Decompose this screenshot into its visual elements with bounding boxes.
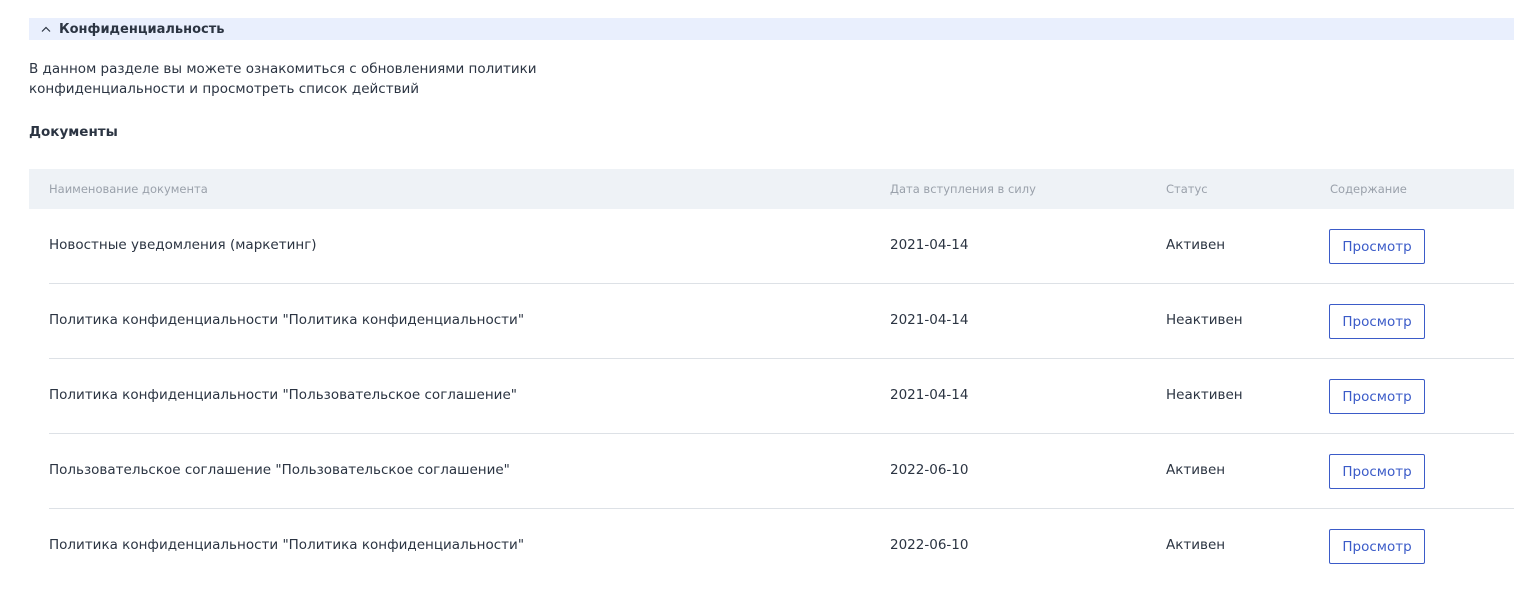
view-button[interactable]: Просмотр xyxy=(1329,454,1425,489)
document-status: Неактивен xyxy=(1166,312,1243,328)
chevron-up-icon[interactable] xyxy=(39,22,53,36)
document-name: Новостные уведомления (маркетинг) xyxy=(49,237,317,253)
view-button[interactable]: Просмотр xyxy=(1329,304,1425,339)
document-date: 2022-06-10 xyxy=(890,462,969,478)
table-row: Политика конфиденциальности "Политика ко… xyxy=(29,284,1514,359)
table-row: Новостные уведомления (маркетинг) 2021-0… xyxy=(29,209,1514,284)
privacy-section-header[interactable]: Конфиденциальность xyxy=(29,18,1514,40)
view-button[interactable]: Просмотр xyxy=(1329,529,1425,564)
table-row: Пользовательское соглашение "Пользовател… xyxy=(29,434,1514,509)
documents-heading: Документы xyxy=(29,124,118,140)
column-header-name: Наименование документа xyxy=(49,182,208,196)
section-description: В данном разделе вы можете ознакомиться … xyxy=(29,61,537,97)
section-title: Конфиденциальность xyxy=(59,21,225,37)
document-date: 2022-06-10 xyxy=(890,537,969,553)
document-name: Пользовательское соглашение "Пользовател… xyxy=(49,462,510,478)
document-status: Неактивен xyxy=(1166,387,1243,403)
table-header: Наименование документа Дата вступления в… xyxy=(29,169,1514,209)
document-name: Политика конфиденциальности "Политика ко… xyxy=(49,312,525,328)
column-header-status: Статус xyxy=(1166,182,1208,196)
view-button[interactable]: Просмотр xyxy=(1329,229,1425,264)
column-header-content: Содержание xyxy=(1330,182,1407,196)
table-row: Политика конфиденциальности "Политика ко… xyxy=(29,509,1514,584)
document-name: Политика конфиденциальности "Политика ко… xyxy=(49,537,525,553)
documents-table: Наименование документа Дата вступления в… xyxy=(29,169,1514,584)
document-status: Активен xyxy=(1166,537,1226,553)
document-status: Активен xyxy=(1166,237,1226,253)
document-date: 2021-04-14 xyxy=(890,387,969,403)
view-button[interactable]: Просмотр xyxy=(1329,379,1425,414)
document-date: 2021-04-14 xyxy=(890,237,969,253)
document-status: Активен xyxy=(1166,462,1226,478)
table-row: Политика конфиденциальности "Пользовател… xyxy=(29,359,1514,434)
document-date: 2021-04-14 xyxy=(890,312,969,328)
column-header-date: Дата вступления в силу xyxy=(890,182,1036,196)
document-name: Политика конфиденциальности "Пользовател… xyxy=(49,387,517,403)
